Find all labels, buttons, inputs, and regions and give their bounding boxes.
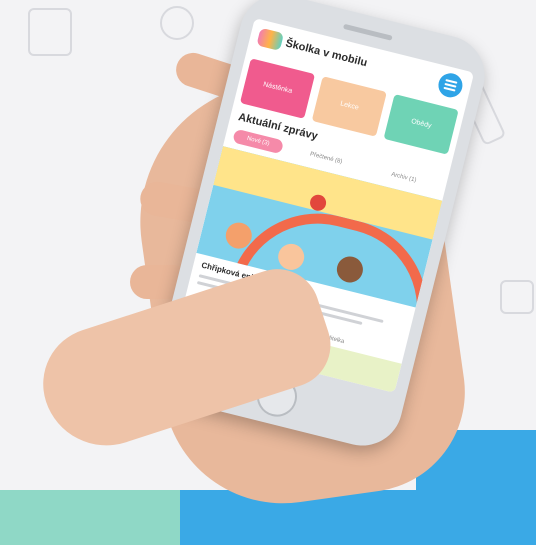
blue-footer-bar — [180, 490, 536, 545]
doodle-toy-icon — [160, 6, 194, 40]
hero-scene: Školka v mobilu Nástěnka Lekce Obědy Akt… — [0, 0, 536, 545]
app-logo-icon — [256, 27, 285, 51]
doodle-block-icon — [500, 280, 534, 314]
green-footer-bar — [0, 490, 180, 545]
doodle-phone-icon — [28, 8, 72, 56]
menu-button[interactable] — [435, 70, 465, 100]
app-title: Školka v mobilu — [284, 37, 369, 70]
